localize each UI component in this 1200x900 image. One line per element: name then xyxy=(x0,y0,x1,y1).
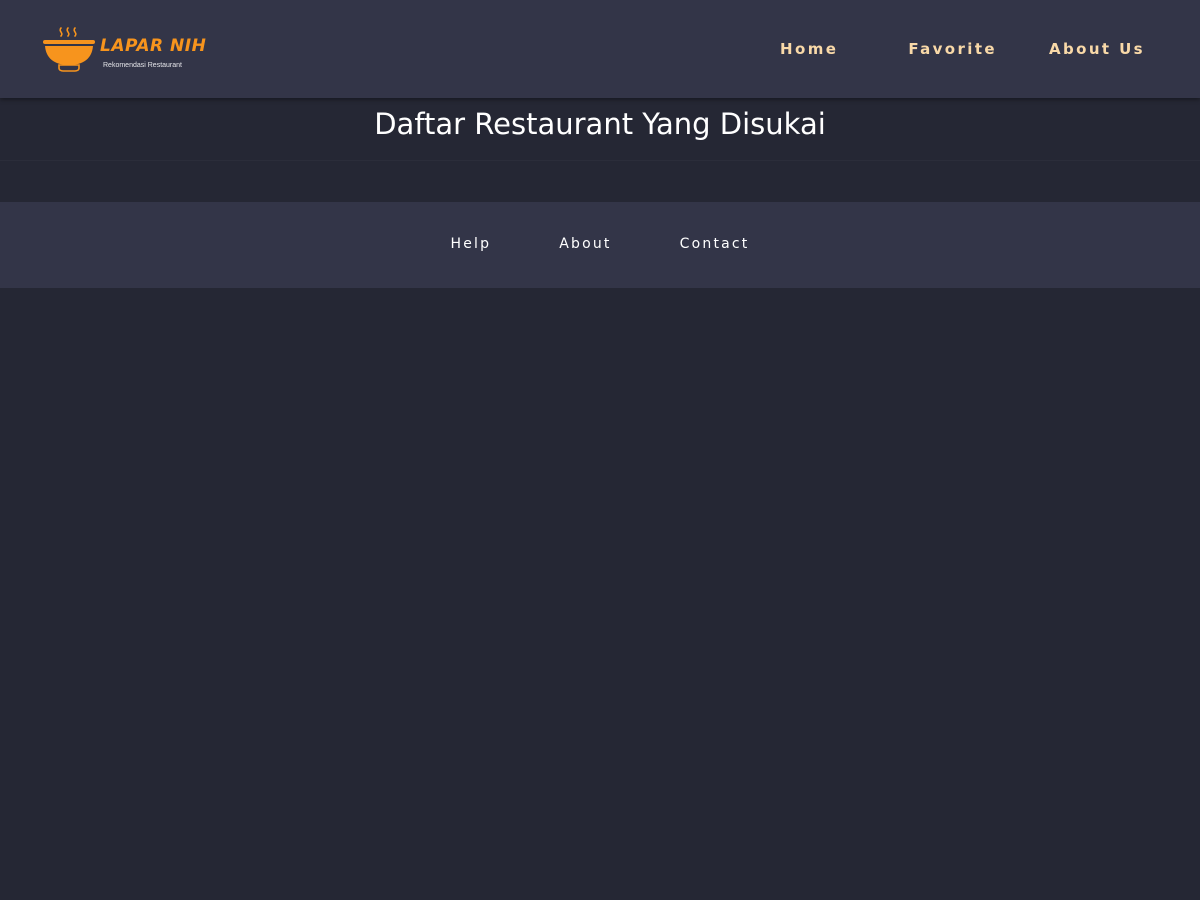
nav-favorite-link[interactable]: Favorite xyxy=(908,40,997,58)
brand-logo[interactable]: LAPAR NIH Rekomendasi Restaurant xyxy=(42,26,206,74)
footer-help-link[interactable]: Help xyxy=(451,236,492,252)
favorite-restaurant-list xyxy=(0,162,1200,202)
footer-contact-link[interactable]: Contact xyxy=(680,236,750,252)
nav-about-us-link[interactable]: About Us xyxy=(1049,40,1145,58)
steaming-bowl-icon xyxy=(43,27,95,72)
nav-home-link[interactable]: Home xyxy=(780,40,838,58)
title-divider xyxy=(0,160,1200,161)
brand-name: LAPAR NIH xyxy=(100,36,207,56)
main-content: Daftar Restaurant Yang Disukai xyxy=(0,98,1200,202)
footer-nav: Help About Contact xyxy=(0,236,1200,252)
brand-tagline: Rekomendasi Restaurant xyxy=(103,62,182,69)
app-bar: LAPAR NIH Rekomendasi Restaurant Home Fa… xyxy=(0,0,1200,98)
main-nav: Home Favorite About Us xyxy=(780,38,1145,60)
footer: Help About Contact xyxy=(0,202,1200,288)
page-title: Daftar Restaurant Yang Disukai xyxy=(374,107,826,141)
footer-about-link[interactable]: About xyxy=(559,236,611,252)
